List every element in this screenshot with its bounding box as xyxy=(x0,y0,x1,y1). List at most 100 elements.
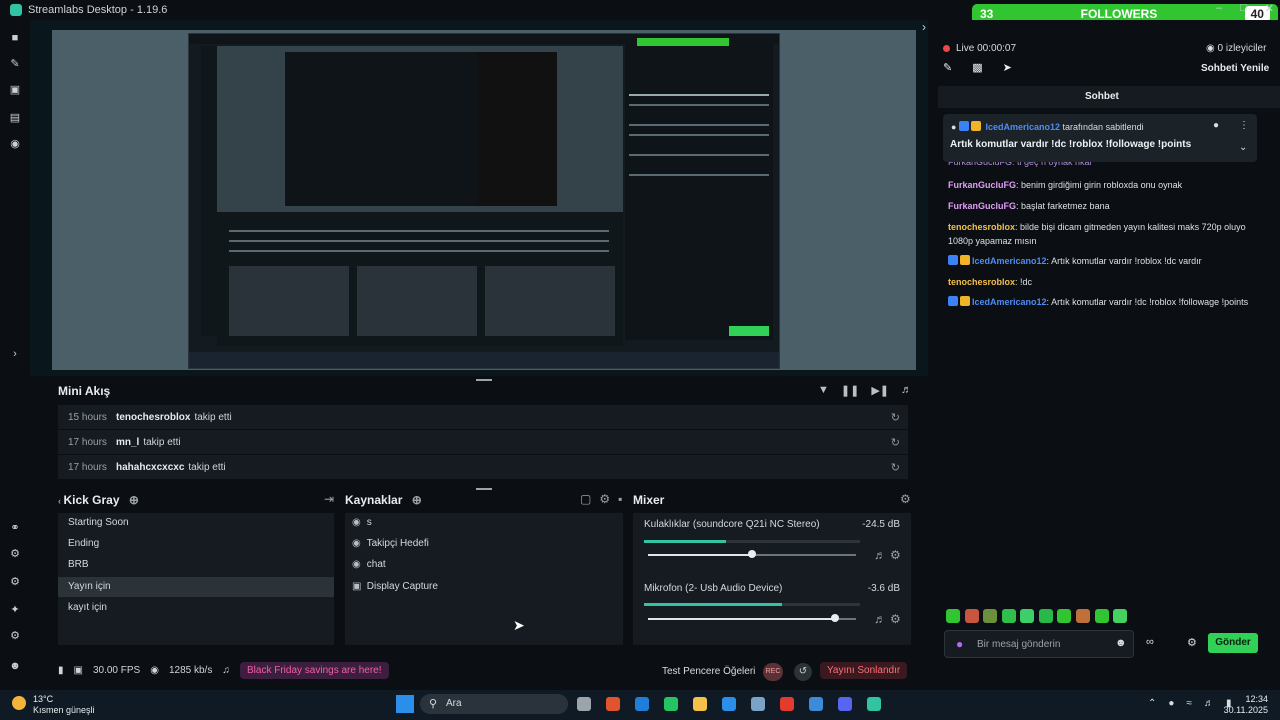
editor-icon[interactable]: ■ xyxy=(9,32,21,44)
scene-item[interactable]: Ending xyxy=(58,534,334,554)
folder-icon[interactable]: ▪ xyxy=(618,492,622,506)
edge-browser-icon[interactable] xyxy=(635,697,649,711)
scene-item[interactable]: Starting Soon xyxy=(58,513,334,533)
promo-banner[interactable]: Black Friday savings are here! xyxy=(240,662,389,679)
photos-icon[interactable] xyxy=(751,697,765,711)
source-item[interactable]: ▣ Display Capture xyxy=(352,578,438,596)
replay-icon[interactable]: ↻ xyxy=(891,461,900,474)
channel-settings-icon[interactable]: ⚙ xyxy=(890,548,901,562)
resize-handle[interactable] xyxy=(476,488,492,490)
mixer-title: Mixer xyxy=(633,493,665,507)
pause-icon[interactable]: ❚❚ xyxy=(841,384,859,397)
settings-icon[interactable]: ⚙ xyxy=(9,630,21,642)
chat-settings-icon[interactable]: ⚙ xyxy=(1187,636,1197,649)
resize-handle[interactable] xyxy=(476,379,492,381)
group-icon[interactable]: ▢ xyxy=(580,492,591,506)
microphone-tray-icon[interactable]: ● xyxy=(1168,698,1174,709)
emote-icon[interactable] xyxy=(983,609,997,623)
scene-item[interactable]: BRB xyxy=(58,555,334,575)
performance-icon[interactable]: ▮ xyxy=(58,665,64,676)
emote-icon[interactable] xyxy=(1076,609,1090,623)
emote-icon[interactable] xyxy=(965,609,979,623)
themes-icon[interactable]: ✎ xyxy=(9,58,21,70)
volume-slider-knob[interactable] xyxy=(748,550,756,558)
clock[interactable]: 12:34 30.11.2025 xyxy=(1222,694,1268,716)
tools-icon[interactable]: ⚙ xyxy=(9,548,21,560)
store-icon[interactable]: ▣ xyxy=(9,84,21,96)
effects-icon[interactable]: ✦ xyxy=(9,604,21,616)
chevron-down-icon[interactable]: ⌄ xyxy=(1239,142,1247,153)
speaker-icon[interactable]: ♬ xyxy=(874,612,886,626)
discord-icon[interactable] xyxy=(838,697,852,711)
weather-icon[interactable] xyxy=(12,696,26,710)
emoji-icon[interactable]: ☻ xyxy=(1115,637,1127,649)
emote-icon[interactable] xyxy=(1095,609,1109,623)
emote-icon[interactable] xyxy=(1020,609,1034,623)
volume-icon[interactable]: ♬ xyxy=(901,384,912,397)
layout-icon[interactable]: ▤ xyxy=(9,112,21,124)
filter-icon[interactable]: ▼ xyxy=(818,384,829,397)
weather-widget[interactable]: 13°C Kısmen güneşli xyxy=(33,694,95,716)
scene-item-selected[interactable]: Yayın için xyxy=(58,577,334,597)
add-scene-icon[interactable]: ⊕ xyxy=(129,493,139,507)
profile-icon[interactable]: ☻ xyxy=(9,660,21,672)
channel-settings-icon[interactable]: ⚙ xyxy=(890,612,901,626)
send-button[interactable]: Gönder xyxy=(1208,633,1258,653)
scene-item[interactable]: kayıt için xyxy=(58,598,334,618)
speaker-tray-icon[interactable]: ♬ xyxy=(1204,698,1214,709)
popout-icon[interactable]: ▩ xyxy=(972,61,982,74)
scene-transitions-icon[interactable]: ⇥ xyxy=(324,492,334,506)
record-icon[interactable]: ◉ xyxy=(9,138,21,150)
streamlabs-taskbar-icon[interactable] xyxy=(867,697,881,711)
chrome-icon[interactable] xyxy=(780,697,794,711)
replay-icon[interactable]: ↻ xyxy=(891,411,900,424)
collapse-chat-icon[interactable]: › xyxy=(922,20,926,34)
scenes-title: ‹ Kick Gray ⊕ xyxy=(58,493,139,507)
kick-emote-icon[interactable]: ∞ xyxy=(1146,636,1154,648)
file-explorer-icon[interactable] xyxy=(693,697,707,711)
emote-icon[interactable] xyxy=(1057,609,1071,623)
end-stream-button[interactable]: Yayını Sonlandır xyxy=(820,662,908,679)
skip-icon[interactable]: ▶❚ xyxy=(871,384,889,397)
tray-chevron-icon[interactable]: ⌃ xyxy=(1148,698,1156,709)
notification-icon[interactable]: ♫ xyxy=(222,665,230,676)
emote-icon[interactable] xyxy=(1113,609,1127,623)
refresh-chat-button[interactable]: Sohbeti Yenile xyxy=(1201,63,1269,74)
source-item[interactable]: ◉ chat xyxy=(352,556,386,574)
share-icon[interactable]: ➤ xyxy=(1003,61,1012,74)
source-item[interactable]: ◉ Takipçi Hedefi xyxy=(352,535,429,553)
speaker-icon[interactable]: ♬ xyxy=(874,548,886,562)
microphone-icon[interactable]: ● xyxy=(956,637,963,651)
emote-icon[interactable] xyxy=(1039,609,1053,623)
rec-button[interactable]: REC xyxy=(763,663,783,681)
chat-input-box[interactable]: ● Bir mesaj gönderin ☻ xyxy=(944,630,1134,658)
emote-icon[interactable] xyxy=(1002,609,1016,623)
replay-buffer-icon[interactable]: ↺ xyxy=(794,663,812,681)
settings-app-icon[interactable] xyxy=(809,697,823,711)
pinned-message: ● IcedAmericano12 tarafından sabitlendi … xyxy=(943,114,1257,162)
studio-mode-icon[interactable]: ⚭ xyxy=(9,522,21,534)
whatsapp-icon[interactable] xyxy=(664,697,678,711)
maximize-icon[interactable]: □ xyxy=(1240,2,1247,15)
brave-browser-icon[interactable] xyxy=(606,697,620,711)
more-options-icon[interactable]: ⋮ xyxy=(1239,120,1249,131)
expand-chevron-icon[interactable]: › xyxy=(9,348,21,360)
wifi-icon[interactable]: ≈ xyxy=(1186,698,1192,709)
source-item[interactable]: ◉ s xyxy=(352,514,372,532)
mixer-settings-icon[interactable]: ⚙ xyxy=(900,492,911,506)
add-source-icon[interactable]: ⊕ xyxy=(412,493,422,507)
edit-icon[interactable]: ✎ xyxy=(943,61,952,74)
mail-icon[interactable] xyxy=(722,697,736,711)
windows-start-icon[interactable] xyxy=(396,695,414,713)
volume-slider-knob[interactable] xyxy=(831,614,839,622)
minimize-icon[interactable]: – xyxy=(1216,2,1222,15)
unpin-icon[interactable]: ● xyxy=(1213,120,1219,131)
widgets-icon[interactable]: ⚙ xyxy=(9,576,21,588)
task-view-icon[interactable] xyxy=(577,697,591,711)
replay-icon[interactable]: ↻ xyxy=(891,436,900,449)
filter-icon[interactable]: ⚙ xyxy=(599,492,610,506)
taskbar-search[interactable]: ⚲ Ara xyxy=(420,694,568,714)
test-widgets-button[interactable]: Test Pencere Öğeleri xyxy=(662,666,755,677)
close-icon[interactable]: ✕ xyxy=(1265,2,1274,15)
emote-icon[interactable] xyxy=(946,609,960,623)
